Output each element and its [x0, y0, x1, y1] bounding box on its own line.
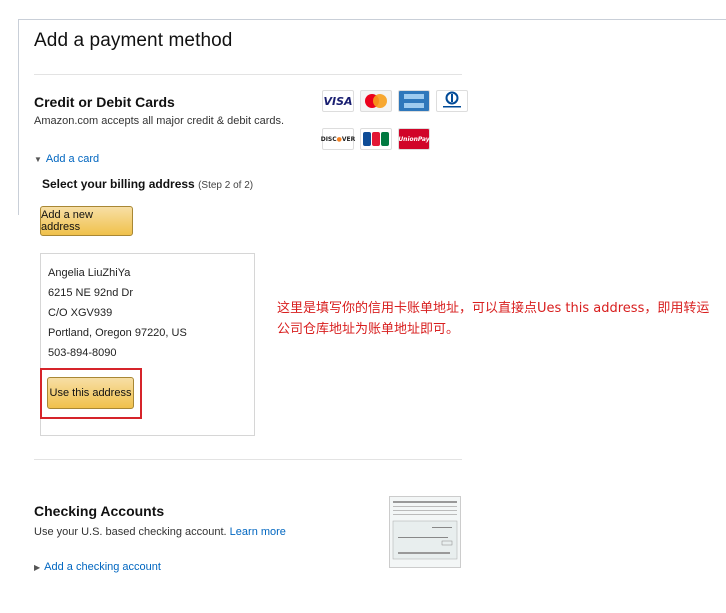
amex-logo-icon [398, 90, 430, 112]
unionpay-logo-icon: UnionPay [398, 128, 430, 150]
billing-step-heading: Select your billing address (Step 2 of 2… [42, 177, 253, 191]
left-border [18, 19, 19, 215]
billing-step-label: Select your billing address [42, 177, 195, 191]
page-title: Add a payment method [34, 30, 233, 51]
add-checking-account-label: Add a checking account [44, 561, 161, 573]
checking-heading: Checking Accounts [34, 503, 165, 519]
address-line-name: Angelia LiuZhiYa [48, 267, 131, 279]
address-line-street: 6215 NE 92nd Dr [48, 287, 133, 299]
caret-right-icon: ▶ [34, 563, 41, 572]
credit-cards-heading: Credit or Debit Cards [34, 94, 175, 110]
address-line-city: Portland, Oregon 97220, US [48, 327, 187, 339]
add-checking-account-link[interactable]: ▶ Add a checking account [34, 561, 161, 573]
diners-club-logo-icon [436, 90, 468, 112]
mastercard-logo-icon [360, 90, 392, 112]
add-new-address-button[interactable]: Add a new address [40, 206, 133, 236]
learn-more-link[interactable]: Learn more [230, 526, 286, 538]
checking-subtitle-text: Use your U.S. based checking account. [34, 526, 227, 538]
credit-cards-subtitle: Amazon.com accepts all major credit & de… [34, 115, 285, 127]
add-card-label: Add a card [45, 153, 100, 165]
check-image [389, 496, 461, 568]
discover-logo-icon: DISC ● VER [321, 128, 355, 150]
divider [34, 74, 462, 75]
top-border [18, 19, 726, 20]
annotation-note: 这里是填写你的信用卡账单地址，可以直接点Ues this address，即用转… [277, 301, 710, 337]
billing-step-note: (Step 2 of 2) [198, 180, 254, 191]
add-card-link[interactable]: ▼ Add a card [34, 153, 99, 165]
jcb-logo-icon [360, 128, 392, 150]
highlight-box [40, 368, 142, 419]
checking-subtitle: Use your U.S. based checking account. Le… [34, 526, 286, 538]
address-line-care-of: C/O XGV939 [48, 307, 113, 319]
address-line-phone: 503-894-8090 [48, 347, 117, 359]
caret-down-icon: ▼ [34, 155, 42, 164]
divider [34, 459, 462, 460]
visa-logo-icon: VISA [322, 90, 354, 112]
